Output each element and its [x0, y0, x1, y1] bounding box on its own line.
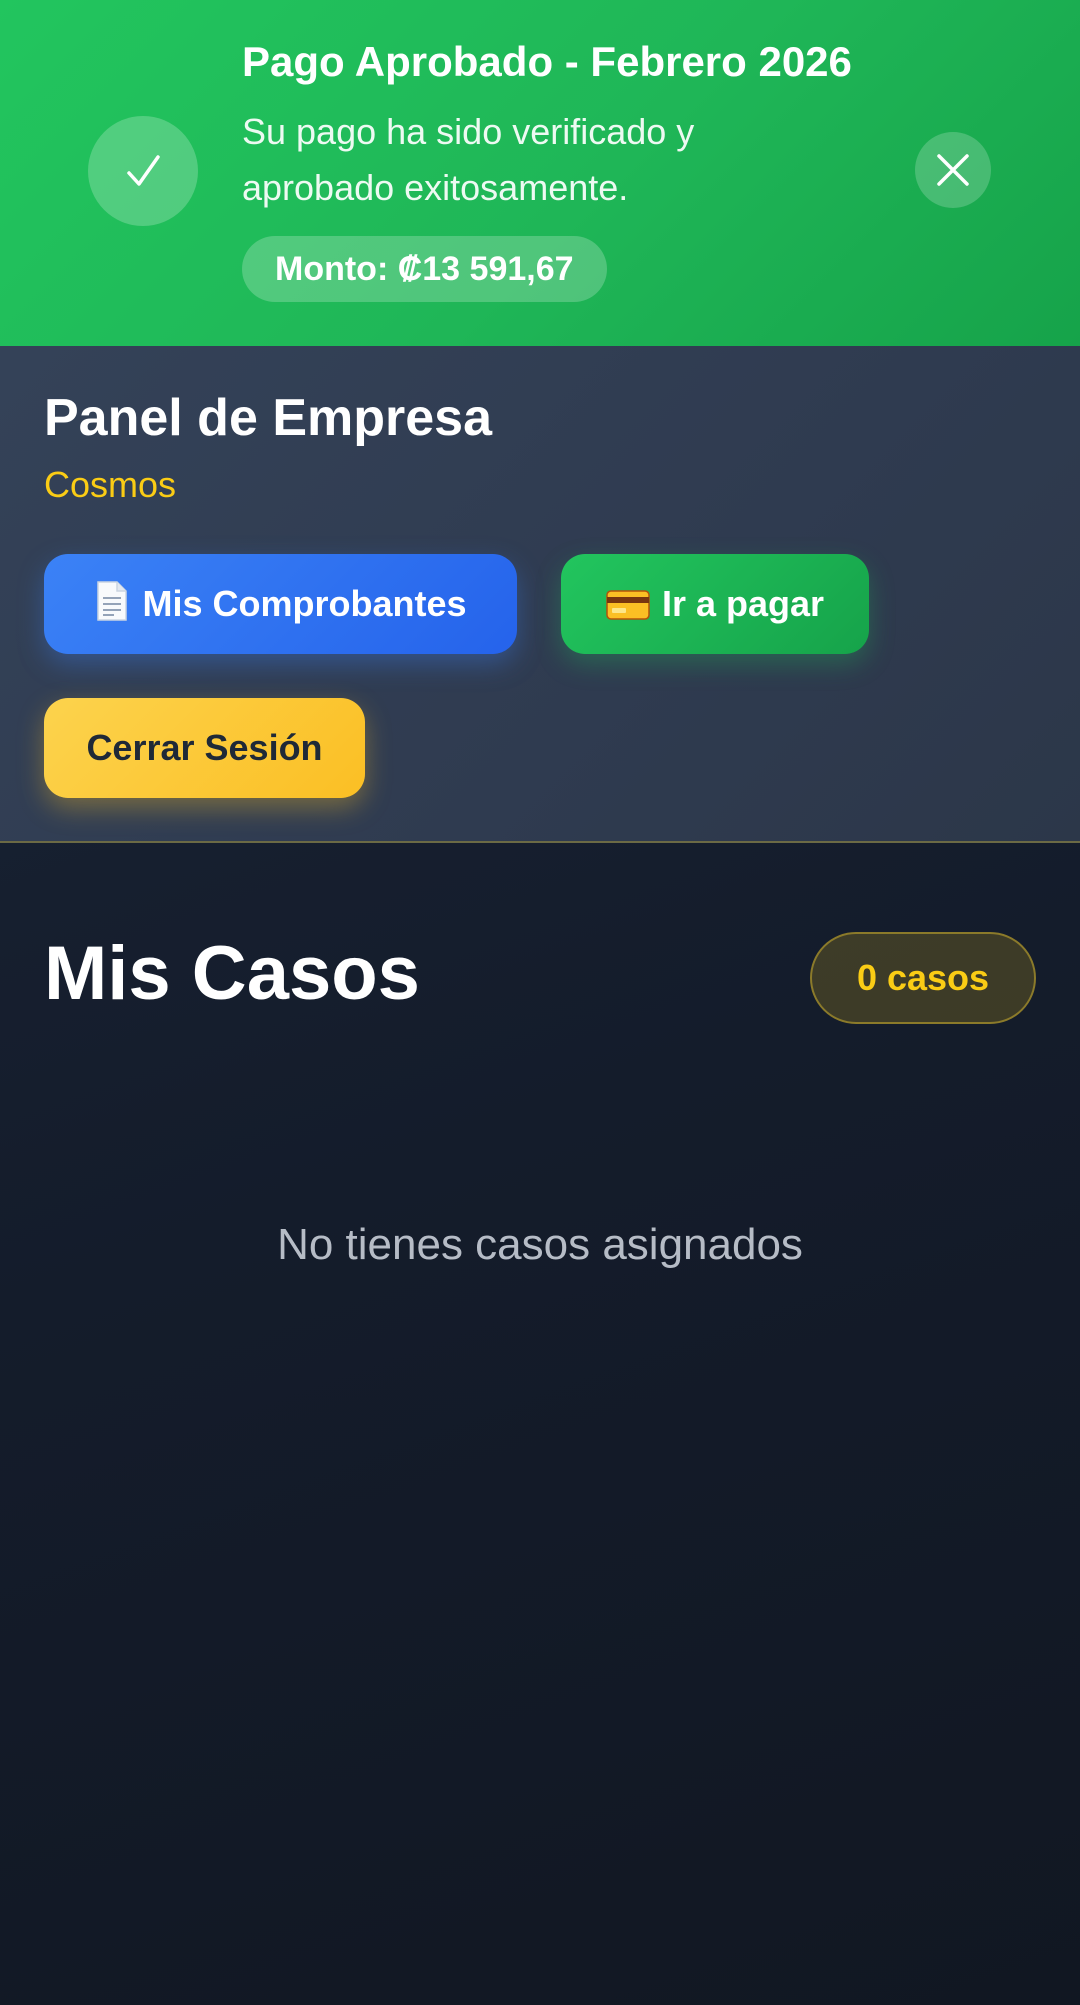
document-icon — [94, 560, 130, 660]
my-receipts-label: Mis Comprobantes — [142, 583, 467, 624]
company-panel-header: Panel de Empresa Cosmos Mis Comprobantes… — [0, 346, 1080, 843]
amount-badge: Monto: ₡13 591,67 — [242, 236, 607, 302]
logout-button[interactable]: Cerrar Sesión — [44, 698, 365, 798]
cases-title: Mis Casos — [44, 931, 420, 1016]
company-name: Cosmos — [44, 464, 177, 505]
my-receipts-button[interactable]: Mis Comprobantes — [44, 554, 517, 654]
check-icon — [88, 116, 198, 226]
close-banner-button[interactable] — [915, 132, 991, 208]
credit-card-icon — [606, 560, 650, 660]
page-title: Panel de Empresa — [44, 389, 492, 447]
banner-message: Su pago ha sido verificado y aprobado ex… — [242, 111, 695, 208]
go-to-pay-label: Ir a pagar — [661, 583, 825, 624]
cases-count-badge: 0 casos — [810, 932, 1036, 1024]
banner-title: Pago Aprobado - Febrero 2026 — [242, 38, 852, 85]
close-icon — [937, 154, 969, 186]
empty-cases-message: No tienes casos asignados — [277, 1220, 803, 1269]
go-to-pay-button[interactable]: Ir a pagar — [561, 554, 869, 654]
payment-approved-banner: Pago Aprobado - Febrero 2026 Su pago ha … — [0, 0, 1080, 346]
